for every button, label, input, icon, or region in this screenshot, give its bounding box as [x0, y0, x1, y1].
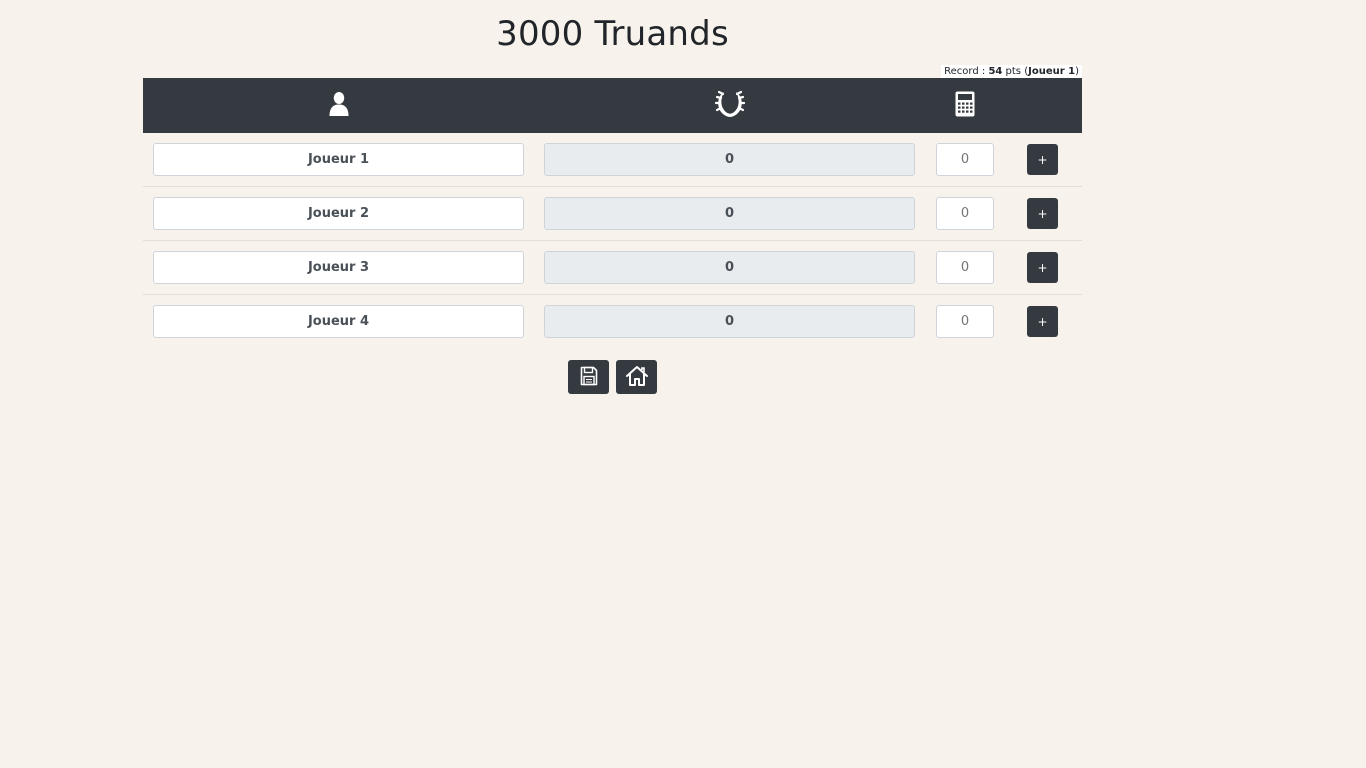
player-score-field — [544, 251, 915, 284]
column-score — [534, 78, 925, 133]
floppy-disk-icon — [580, 366, 598, 389]
player-name-input[interactable] — [153, 143, 524, 176]
record-suffix: ) — [1075, 66, 1079, 77]
laurel-wreath-icon — [714, 88, 746, 124]
home-icon — [625, 365, 649, 390]
record-label: Record : 54 pts (Joueur 1) — [941, 65, 1082, 78]
table-body: + + + + — [143, 133, 1082, 348]
column-player — [143, 78, 534, 133]
points-input[interactable] — [936, 197, 994, 230]
add-points-button[interactable]: + — [1027, 306, 1058, 337]
home-button[interactable] — [616, 360, 657, 394]
table-row: + — [143, 295, 1082, 348]
column-calculator — [925, 78, 1005, 133]
player-score-field — [544, 143, 915, 176]
points-input[interactable] — [936, 251, 994, 284]
table-row: + — [143, 187, 1082, 241]
record-unit: pts ( — [1002, 66, 1029, 77]
record-points: 54 — [988, 66, 1003, 77]
page-title: 3000 Truands — [496, 14, 729, 54]
player-score-field — [544, 305, 915, 338]
action-bar — [568, 360, 657, 394]
save-button[interactable] — [568, 360, 609, 394]
player-name-input[interactable] — [153, 197, 524, 230]
table-row: + — [143, 241, 1082, 295]
calculator-icon — [955, 91, 975, 121]
points-input[interactable] — [936, 143, 994, 176]
player-name-input[interactable] — [153, 251, 524, 284]
points-input[interactable] — [936, 305, 994, 338]
record-player: Joueur 1 — [1028, 66, 1076, 77]
table-row: + — [143, 133, 1082, 187]
add-points-button[interactable]: + — [1027, 198, 1058, 229]
add-points-button[interactable]: + — [1027, 144, 1058, 175]
player-score-field — [544, 197, 915, 230]
record-prefix: Record : — [944, 66, 989, 77]
table-header — [143, 78, 1082, 133]
score-table: + + + + — [143, 78, 1082, 348]
add-points-button[interactable]: + — [1027, 252, 1058, 283]
player-name-input[interactable] — [153, 305, 524, 338]
user-icon — [328, 91, 350, 121]
